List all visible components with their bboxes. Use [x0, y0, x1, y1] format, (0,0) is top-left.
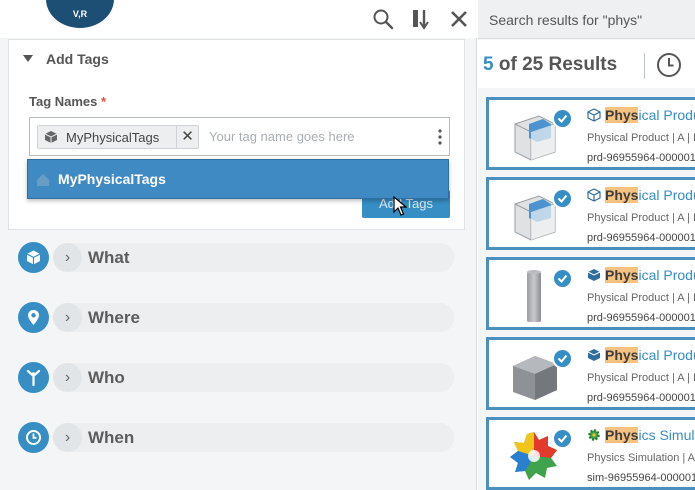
result-title-highlight: Phys	[605, 427, 639, 443]
result-title[interactable]: Physical Produ	[605, 187, 695, 203]
search-header: Search results for "phys"	[478, 0, 695, 39]
result-id: prd-96955964-000001	[587, 152, 695, 164]
cube-icon	[587, 188, 601, 202]
result-id: prd-96955964-000001	[587, 232, 695, 244]
separator	[644, 53, 645, 79]
facet-where-label: Where	[88, 308, 140, 327]
results-total: 25	[522, 54, 544, 75]
close-icon[interactable]	[447, 7, 471, 31]
collapse-caret-icon[interactable]	[23, 55, 33, 62]
chevron-right-icon[interactable]: ›	[53, 363, 82, 392]
person-icon	[18, 362, 49, 393]
required-mark: *	[101, 94, 107, 109]
result-id: prd-96955964-000001	[587, 392, 695, 404]
result-title-highlight: Phys	[605, 187, 639, 203]
tag-chip: MyPhysicalTags ✕	[37, 125, 199, 149]
tag-suggestion-label: MyPhysicalTags	[58, 171, 166, 187]
result-title-highlight: Phys	[605, 107, 639, 123]
tag-icon	[37, 174, 49, 186]
result-item[interactable]: Physical Produ Physical Product | A | I …	[486, 257, 695, 330]
clock-icon	[18, 422, 49, 453]
result-title-rest: ical Produ	[638, 107, 695, 123]
cube-icon	[587, 108, 601, 122]
part-icon	[587, 349, 601, 361]
result-title[interactable]: Physics Simula	[605, 427, 695, 443]
result-title-rest: ics Simula	[638, 427, 695, 443]
facet-what-bar[interactable]: › What	[53, 243, 454, 272]
tag-names-label-text: Tag Names	[29, 94, 98, 109]
part-icon	[587, 269, 601, 281]
tag-input-placeholder[interactable]: Your tag name goes here	[209, 129, 355, 144]
results-of: of	[498, 54, 517, 75]
sort-icon[interactable]	[408, 7, 432, 31]
result-subtitle: Physical Product | A | I	[587, 372, 695, 384]
cube-icon	[18, 242, 49, 273]
checked-icon[interactable]	[552, 108, 573, 129]
app-logo[interactable]: V,R	[46, 0, 114, 28]
results-word: Results	[548, 54, 618, 75]
tag-names-input[interactable]: MyPhysicalTags ✕ Your tag name goes here	[29, 117, 450, 156]
more-options-icon[interactable]	[435, 127, 445, 147]
result-title-rest: ical Produ	[638, 267, 695, 283]
results-summary-bar: 5 of 25 Results	[478, 40, 695, 88]
result-item[interactable]: Physical Produ Physical Product | A | I …	[486, 97, 695, 170]
result-title[interactable]: Physical Produ	[605, 347, 695, 363]
facet-who-bar[interactable]: › Who	[53, 363, 454, 392]
location-pin-icon	[18, 302, 49, 333]
result-title[interactable]: Physical Produ	[605, 267, 695, 283]
facet-when[interactable]: › When	[18, 422, 454, 454]
tag-suggestion-option[interactable]: MyPhysicalTags	[27, 159, 449, 199]
result-title-highlight: Phys	[605, 347, 639, 363]
result-id: sim-96955964-000001	[587, 472, 695, 484]
result-item[interactable]: Physical Produ Physical Product | A | I …	[486, 177, 695, 250]
result-title-rest: ical Produ	[638, 347, 695, 363]
checked-icon[interactable]	[552, 268, 573, 289]
clock-icon[interactable]	[656, 52, 682, 78]
checked-icon[interactable]	[552, 188, 573, 209]
cube-icon	[44, 131, 58, 143]
logo-text: V,R	[72, 9, 88, 19]
facet-what[interactable]: › What	[18, 242, 454, 274]
result-title-rest: ical Produ	[638, 187, 695, 203]
facet-what-label: What	[88, 248, 130, 267]
facet-when-bar[interactable]: › When	[53, 423, 454, 452]
search-results-title: Search results for "phys"	[489, 12, 643, 28]
result-item[interactable]: Physical Produ Physical Product | A | I …	[486, 337, 695, 410]
facet-who-label: Who	[88, 368, 125, 387]
mouse-cursor-icon	[393, 196, 407, 216]
tag-chip-remove-button[interactable]: ✕	[176, 126, 198, 148]
gear-icon	[588, 429, 600, 441]
chevron-right-icon[interactable]: ›	[53, 303, 82, 332]
result-title-highlight: Phys	[605, 267, 639, 283]
result-subtitle: Physical Product | A | I	[587, 132, 695, 144]
checked-icon[interactable]	[552, 348, 573, 369]
result-subtitle: Physical Product | A | I	[587, 212, 695, 224]
results-current: 5	[483, 54, 494, 75]
result-title[interactable]: Physical Produ	[605, 107, 695, 123]
add-tags-title: Add Tags	[46, 51, 109, 67]
chevron-right-icon[interactable]: ›	[53, 423, 82, 452]
facet-who[interactable]: › Who	[18, 362, 454, 394]
result-item[interactable]: Physics Simula Physics Simulation | A si…	[486, 417, 695, 490]
tag-names-label: Tag Names *	[29, 94, 106, 109]
left-panel: V,R Add Tags Tag Names * MyPhysicalTags …	[0, 0, 477, 490]
search-icon[interactable]	[371, 7, 395, 31]
result-subtitle: Physical Product | A | I	[587, 292, 695, 304]
top-toolbar: V,R	[0, 0, 477, 38]
results-count: 5 of 25 Results	[483, 54, 617, 76]
result-subtitle: Physics Simulation | A	[587, 452, 695, 464]
chevron-right-icon[interactable]: ›	[53, 243, 82, 272]
facet-where[interactable]: › Where	[18, 302, 454, 334]
tag-chip-label: MyPhysicalTags	[66, 130, 160, 145]
checked-icon[interactable]	[552, 428, 573, 449]
result-id: prd-96955964-000001	[587, 312, 695, 324]
facet-when-label: When	[88, 428, 135, 447]
facet-where-bar[interactable]: › Where	[53, 303, 454, 332]
results-panel: Search results for "phys" 5 of 25 Result…	[478, 0, 695, 490]
